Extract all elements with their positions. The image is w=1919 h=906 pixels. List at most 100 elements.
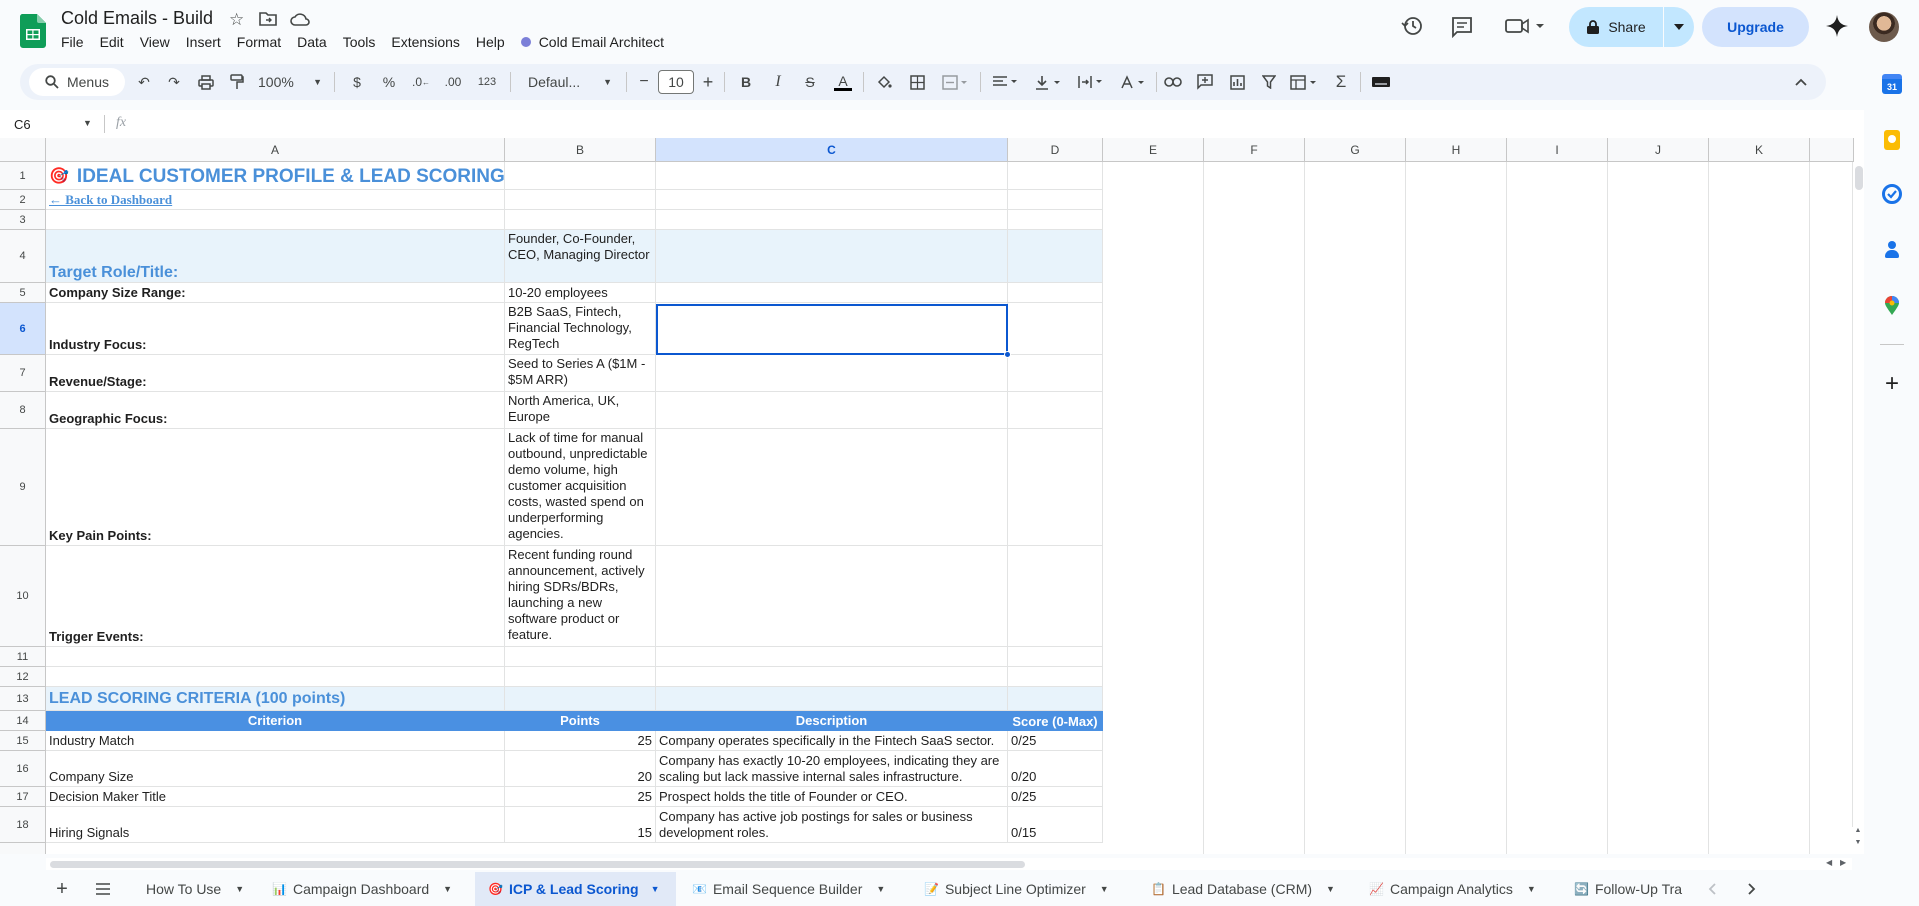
vertical-align-button[interactable]	[1031, 64, 1065, 100]
vertical-scrollbar[interactable]	[1852, 162, 1864, 827]
cell-b2[interactable]	[505, 190, 656, 210]
cell-d10[interactable]	[1008, 546, 1103, 647]
redo-button[interactable]: ↷	[161, 64, 187, 100]
horizontal-align-button[interactable]	[988, 64, 1022, 100]
cell-b13[interactable]	[505, 687, 656, 711]
menu-format[interactable]: Format	[237, 34, 281, 50]
description-industry-match[interactable]: Company operates specifically in the Fin…	[656, 731, 1008, 751]
menu-data[interactable]: Data	[297, 34, 327, 50]
number-format-button[interactable]: 123	[472, 64, 502, 100]
profile-value-company-size[interactable]: 10-20 employees	[505, 283, 656, 303]
fill-handle[interactable]	[1004, 351, 1011, 358]
filter-button[interactable]	[1256, 64, 1282, 100]
row-header-3[interactable]: 3	[0, 210, 46, 230]
cell-c12[interactable]	[656, 667, 1008, 687]
maps-icon[interactable]	[1884, 296, 1900, 316]
cell-c4[interactable]	[656, 230, 1008, 283]
profile-value-revenue[interactable]: Seed to Series A ($1M - $5M ARR)	[505, 355, 656, 392]
tab-caret-icon[interactable]: ▼	[1326, 884, 1335, 894]
criterion-company-size[interactable]: Company Size	[46, 751, 505, 787]
all-sheets-button[interactable]	[90, 872, 116, 906]
menus-search[interactable]: Menus	[29, 68, 125, 96]
cloud-status-icon[interactable]	[290, 12, 310, 31]
score-decision-maker[interactable]: 0/25	[1008, 787, 1103, 807]
cell-a3[interactable]	[46, 210, 505, 230]
menu-file[interactable]: File	[61, 34, 84, 50]
percent-format-button[interactable]: %	[376, 64, 402, 100]
header-score[interactable]: Score (0-Max)	[1008, 711, 1103, 731]
row-header-2[interactable]: 2	[0, 190, 46, 210]
profile-label-target-role[interactable]: Target Role/Title:	[46, 230, 505, 283]
borders-button[interactable]	[904, 64, 930, 100]
account-avatar[interactable]	[1869, 12, 1899, 42]
insert-chart-button[interactable]	[1224, 64, 1250, 100]
profile-value-target-role[interactable]: Founder, Co-Founder, CEO, Managing Direc…	[505, 230, 656, 283]
row-header-5[interactable]: 5	[0, 283, 46, 303]
header-description[interactable]: Description	[656, 711, 1008, 731]
row-header-19[interactable]	[0, 843, 46, 854]
decrease-decimal-button[interactable]: .0 ←	[408, 64, 434, 100]
cell-b3[interactable]	[505, 210, 656, 230]
column-header-h[interactable]: H	[1406, 138, 1507, 162]
strikethrough-button[interactable]: S	[797, 64, 823, 100]
menu-tools[interactable]: Tools	[343, 34, 376, 50]
vertical-scrollbar-thumb[interactable]	[1855, 166, 1863, 190]
italic-button[interactable]: I	[765, 64, 791, 100]
select-all-corner[interactable]	[0, 138, 46, 162]
cell-c10[interactable]	[656, 546, 1008, 647]
column-header-k[interactable]: K	[1709, 138, 1810, 162]
criterion-decision-maker[interactable]: Decision Maker Title	[46, 787, 505, 807]
profile-label-trigger-events[interactable]: Trigger Events:	[46, 546, 505, 647]
cell-c3[interactable]	[656, 210, 1008, 230]
add-sheet-button[interactable]: +	[48, 872, 76, 906]
row-header-16[interactable]: 16	[0, 751, 46, 787]
description-company-size[interactable]: Company has exactly 10-20 employees, ind…	[656, 751, 1008, 787]
text-wrapping-button[interactable]	[1074, 64, 1108, 100]
row-header-6[interactable]: 6	[0, 303, 46, 355]
document-title[interactable]: Cold Emails - Build	[61, 8, 213, 29]
scroll-down-arrow-icon[interactable]: ▼	[1852, 839, 1864, 851]
header-points[interactable]: Points	[505, 711, 656, 731]
sheets-logo-icon[interactable]	[19, 14, 46, 48]
add-addon-button[interactable]: +	[1881, 372, 1903, 396]
formula-input[interactable]	[138, 110, 1858, 138]
row-header-15[interactable]: 15	[0, 731, 46, 751]
profile-value-geography[interactable]: North America, UK, Europe	[505, 392, 656, 429]
points-industry-match[interactable]: 25	[505, 731, 656, 751]
column-header-a[interactable]: A	[46, 138, 505, 162]
criterion-industry-match[interactable]: Industry Match	[46, 731, 505, 751]
font-size-input[interactable]: 10	[658, 70, 694, 94]
tab-caret-icon[interactable]: ▼	[651, 884, 660, 894]
cell-d8[interactable]	[1008, 392, 1103, 429]
row-header-1[interactable]: 1	[0, 162, 46, 190]
scroll-left-arrow-icon[interactable]: ◀	[1826, 858, 1832, 867]
row-header-13[interactable]: 13	[0, 687, 46, 711]
cell-d13[interactable]	[1008, 687, 1103, 711]
name-box-caret-icon[interactable]: ▼	[83, 118, 92, 128]
menu-view[interactable]: View	[140, 34, 170, 50]
criterion-hiring-signals[interactable]: Hiring Signals	[46, 807, 505, 843]
profile-label-geography[interactable]: Geographic Focus:	[46, 392, 505, 429]
cell-c1[interactable]	[656, 162, 1008, 190]
cell-b12[interactable]	[505, 667, 656, 687]
tab-icp-lead-scoring[interactable]: 🎯 ICP & Lead Scoring ▼	[475, 872, 676, 906]
upgrade-button[interactable]: Upgrade	[1702, 7, 1809, 47]
sheet-title[interactable]: 🎯 IDEAL CUSTOMER PROFILE & LEAD SCORING	[46, 162, 505, 190]
filter-views-button[interactable]	[1286, 64, 1322, 100]
horizontal-scrollbar[interactable]: ◀ ▶	[46, 858, 1852, 870]
column-header-i[interactable]: I	[1507, 138, 1608, 162]
column-header-d[interactable]: D	[1008, 138, 1103, 162]
cell-c9[interactable]	[656, 429, 1008, 546]
cell-d5[interactable]	[1008, 283, 1103, 303]
tab-caret-icon[interactable]: ▼	[443, 884, 452, 894]
profile-value-industry[interactable]: B2B SaaS, Fintech, Financial Technology,…	[505, 303, 656, 355]
cell-c11[interactable]	[656, 647, 1008, 667]
cell-d9[interactable]	[1008, 429, 1103, 546]
row-header-4[interactable]: 4	[0, 230, 46, 283]
column-header-e[interactable]: E	[1103, 138, 1204, 162]
fill-color-button[interactable]	[871, 64, 897, 100]
row-header-12[interactable]: 12	[0, 667, 46, 687]
menu-insert[interactable]: Insert	[186, 34, 221, 50]
share-button[interactable]: Share	[1569, 7, 1663, 47]
tab-campaign-analytics[interactable]: 📈 Campaign Analytics ▼	[1369, 872, 1536, 906]
